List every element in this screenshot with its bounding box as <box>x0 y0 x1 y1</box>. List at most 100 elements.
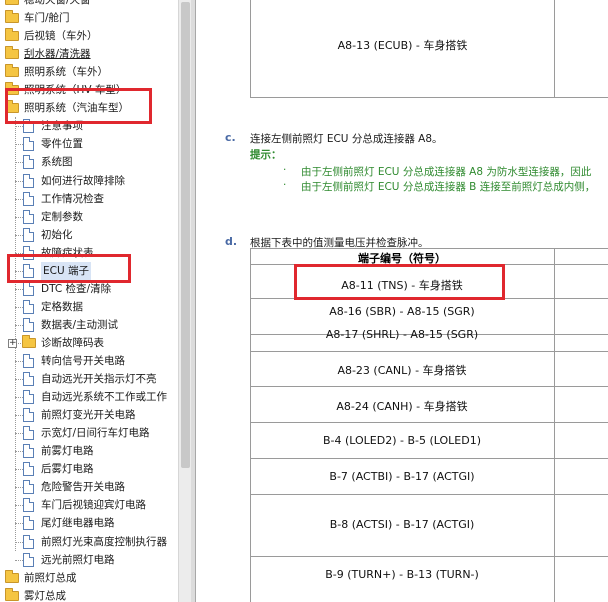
tree-item-label: 后视镜（车外） <box>24 30 98 43</box>
tree-item-label: 初始化 <box>41 228 73 241</box>
document-icon <box>23 408 34 423</box>
document-icon <box>23 173 34 188</box>
tree-item[interactable]: 远光前照灯电路 <box>0 551 178 569</box>
tree-item[interactable]: 定格数据 <box>0 298 178 316</box>
tree-item[interactable]: 如何进行故障排除 <box>0 172 178 190</box>
highlight-box <box>5 88 152 124</box>
tree-connector <box>15 415 23 417</box>
document-icon <box>23 209 34 224</box>
tree-item-label: 远光前照灯电路 <box>41 553 115 566</box>
highlight-box <box>7 254 131 283</box>
tree-item[interactable]: 转向信号开关电路 <box>0 352 178 370</box>
pane-splitter[interactable] <box>191 0 196 602</box>
step-text: 连接左侧前照灯 ECU 分总成连接器 A8。 <box>250 133 443 145</box>
tree-connector <box>15 433 23 435</box>
tree-item-label: 稳动天窗/天窗 <box>24 0 91 6</box>
document-icon <box>23 480 34 495</box>
tree-connector <box>15 505 23 507</box>
tree-connector <box>15 487 23 489</box>
tree-item[interactable]: 刮水器/清洗器 <box>0 45 178 63</box>
tree-item[interactable]: 稳动天窗/天窗 <box>0 0 178 9</box>
folder-icon <box>5 587 19 601</box>
tree-item[interactable]: 系统图 <box>0 153 178 171</box>
tree-item[interactable]: 初始化 <box>0 226 178 244</box>
expand-icon[interactable]: + <box>8 338 17 348</box>
tree-item[interactable]: + 诊断故障码表 <box>0 334 178 352</box>
tree-scrollbar[interactable] <box>178 0 191 602</box>
tree-item-label: 示宽灯/日间行车灯电路 <box>41 427 150 440</box>
folder-icon <box>5 10 19 24</box>
tree-item-label: 定格数据 <box>41 300 83 313</box>
table-cell: B-8 (ACTSI) - B-17 (ACTGI) <box>329 518 475 531</box>
tree-item[interactable]: 自动远光系统不工作或工作 <box>0 388 178 406</box>
tree-item[interactable]: 示宽灯/日间行车灯电路 <box>0 424 178 442</box>
tree-item[interactable]: 前照灯总成 <box>0 569 178 587</box>
tree-item-label: 系统图 <box>41 156 73 169</box>
tree-item-label: 尾灯继电器电路 <box>41 517 115 530</box>
document-icon <box>23 372 34 387</box>
tree-item[interactable]: 前照灯光束高度控制执行器 <box>0 533 178 551</box>
tree-connector <box>15 397 23 399</box>
tree-item[interactable]: 后视镜（车外） <box>0 27 178 45</box>
tree-item-label: 照明系统（车外） <box>24 66 108 79</box>
folder-icon <box>5 569 19 583</box>
tree-item-label: 前照灯光束高度控制执行器 <box>41 535 167 548</box>
tree-item-label: 自动远光系统不工作或工作 <box>41 391 167 404</box>
tree-connector <box>15 379 23 381</box>
tree-item[interactable]: 前雾灯电路 <box>0 442 178 460</box>
document-icon <box>23 498 34 513</box>
document-icon <box>23 155 34 170</box>
tree-connector <box>15 541 23 543</box>
document-icon <box>23 317 34 332</box>
tree-item-label: 转向信号开关电路 <box>41 355 125 367</box>
document-icon <box>23 534 34 549</box>
tree-item[interactable]: 前照灯变光开关电路 <box>0 406 178 424</box>
tree-item[interactable]: 自动远光开关指示灯不亮 <box>0 370 178 388</box>
tree-connector <box>15 324 23 326</box>
tree-item-label: 工作情况检查 <box>41 192 104 205</box>
table-cell: B-7 (ACTBI) - B-17 (ACTGI) <box>329 470 475 483</box>
bullet: · <box>283 179 287 191</box>
tree-connector <box>15 180 23 182</box>
folder-icon <box>5 46 19 60</box>
tree-connector <box>15 288 23 290</box>
tree-item-label: 如何进行故障排除 <box>41 174 125 187</box>
tree-item-label: 车门后视镜迎宾灯电路 <box>41 499 146 512</box>
hint-title: 提示： <box>250 149 282 161</box>
tree-connector <box>15 234 23 236</box>
table-cell: A8-16 (SBR) - A8-15 (SGR) <box>329 305 475 318</box>
tree-item[interactable]: 尾灯继电器电路 <box>0 514 178 532</box>
tree-item[interactable]: 数据表/主动测试 <box>0 316 178 334</box>
document-icon <box>23 299 34 314</box>
document-icon <box>23 444 34 459</box>
tree-connector <box>15 198 23 200</box>
highlight-box <box>294 264 505 300</box>
tree-item[interactable]: 照明系统（车外） <box>0 63 178 81</box>
document-icon <box>23 552 34 567</box>
tree-connector <box>15 144 23 146</box>
tree-item[interactable]: 零件位置 <box>0 135 178 153</box>
folder-icon <box>22 334 36 348</box>
table-border <box>554 248 555 602</box>
step-letter: d. <box>225 235 238 248</box>
document-icon <box>23 516 34 531</box>
tree-item[interactable]: 危险警告开关电路 <box>0 478 178 496</box>
tree-connector <box>15 306 23 308</box>
tree-item[interactable]: 工作情况检查 <box>0 190 178 208</box>
tree-item[interactable]: 雾灯总成 <box>0 587 178 602</box>
tree-scrollbar-thumb[interactable] <box>181 2 190 468</box>
folder-icon <box>5 28 19 42</box>
tree-connector <box>15 162 23 164</box>
tree-item[interactable]: 车门/舱门 <box>0 9 178 27</box>
table-cell: A8-24 (CANH) - 车身搭铁 <box>336 400 468 413</box>
tree-item-label: 零件位置 <box>41 138 83 151</box>
tree-item-label: 危险警告开关电路 <box>41 481 125 494</box>
folder-icon <box>5 64 19 78</box>
bullet: · <box>283 164 287 176</box>
tree-connector <box>15 523 23 525</box>
tree-item[interactable]: 定制参数 <box>0 208 178 226</box>
tree-item[interactable]: 后雾灯电路 <box>0 460 178 478</box>
table-border <box>554 0 555 98</box>
tree-item[interactable]: 车门后视镜迎宾灯电路 <box>0 496 178 514</box>
table-cell: A8-23 (CANL) - 车身搭铁 <box>337 364 467 377</box>
